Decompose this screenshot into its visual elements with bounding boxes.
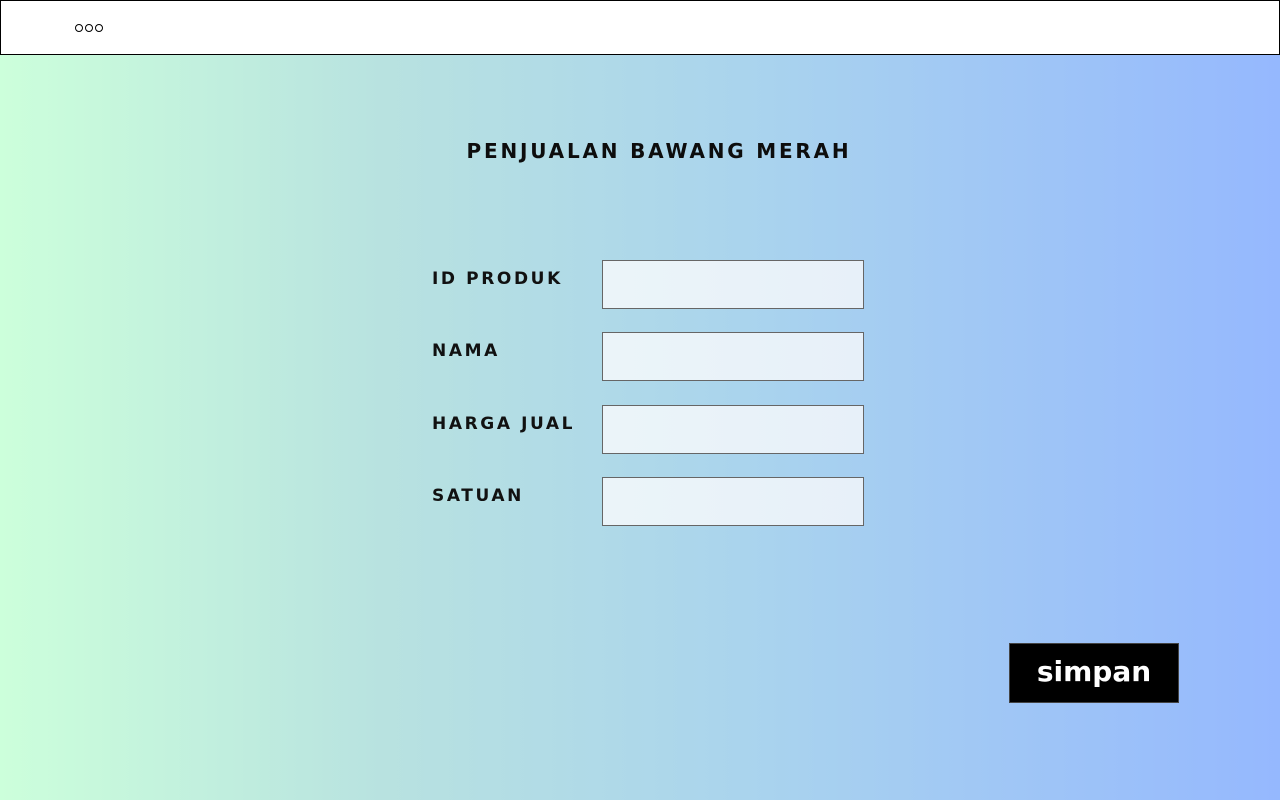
id-produk-input[interactable]: [602, 260, 864, 309]
harga-jual-input[interactable]: [602, 405, 864, 454]
id-produk-label: ID PRODUK: [432, 269, 563, 289]
window-dot-icon[interactable]: [95, 24, 103, 32]
window-title-bar: [0, 0, 1280, 55]
satuan-input[interactable]: [602, 477, 864, 526]
page-title: PENJUALAN BAWANG MERAH: [466, 139, 852, 163]
nama-input[interactable]: [602, 332, 864, 381]
form-row-harga-jual: HARGA JUAL: [432, 405, 872, 455]
harga-jual-label: HARGA JUAL: [432, 414, 576, 434]
form-row-nama: NAMA: [432, 332, 872, 382]
satuan-label: SATUAN: [432, 486, 524, 506]
nama-label: NAMA: [432, 341, 500, 361]
form-row-satuan: SATUAN: [432, 477, 872, 527]
window-dot-icon[interactable]: [75, 24, 83, 32]
window-dot-icon[interactable]: [85, 24, 93, 32]
form-row-id-produk: ID PRODUK: [432, 260, 872, 310]
simpan-button[interactable]: simpan: [1009, 643, 1179, 703]
window-controls: [75, 24, 103, 32]
